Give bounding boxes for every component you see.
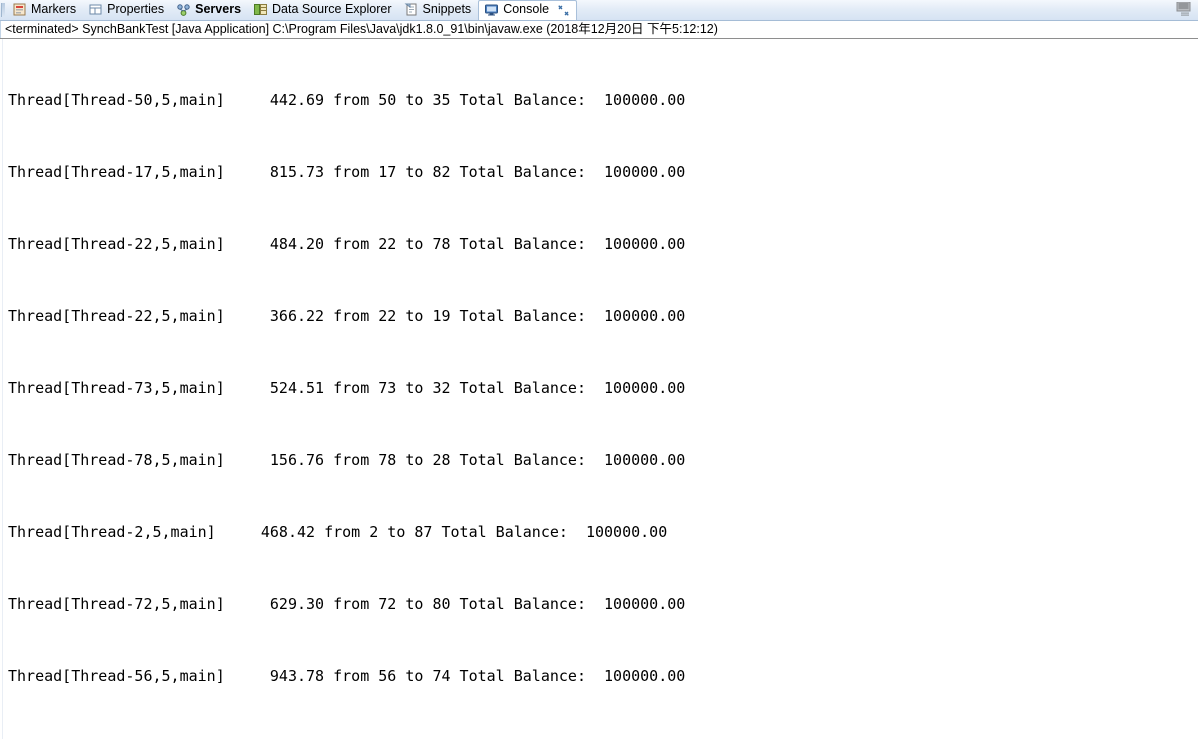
console-line: Thread[Thread-50,5,main] 442.69 from 50 … — [8, 91, 686, 109]
console-line: Thread[Thread-72,5,main] 629.30 from 72 … — [8, 595, 686, 613]
console-line: Thread[Thread-78,5,main] 156.76 from 78 … — [8, 451, 686, 469]
console-icon — [484, 2, 499, 17]
console-line: Thread[Thread-73,5,main] 524.51 from 73 … — [8, 379, 686, 397]
close-icon[interactable] — [558, 5, 569, 16]
view-tab-bar: Markers Properties Servers Data Source E… — [0, 0, 1198, 21]
tab-bar-empty-space — [577, 0, 1176, 20]
tab-snippets[interactable]: Snippets — [399, 0, 479, 20]
tab-markers-label: Markers — [31, 1, 77, 16]
tab-console[interactable]: Console — [478, 0, 578, 20]
tab-console-label: Console — [503, 2, 550, 17]
tab-snippets-label: Snippets — [422, 1, 472, 16]
console-line: Thread[Thread-2,5,main] 468.42 from 2 to… — [8, 523, 668, 541]
tab-properties-label: Properties — [107, 1, 165, 16]
tab-data-source-explorer-label: Data Source Explorer — [272, 1, 392, 16]
tab-servers-label: Servers — [195, 1, 242, 16]
tab-servers[interactable]: Servers — [171, 0, 248, 20]
console-line: Thread[Thread-43,5,main] 465.82 from 43 … — [8, 736, 1198, 739]
tab-markers[interactable]: Markers — [7, 0, 83, 20]
console-line: Thread[Thread-17,5,main] 815.73 from 17 … — [8, 163, 686, 181]
console-line: Thread[Thread-22,5,main] 366.22 from 22 … — [8, 307, 686, 325]
markers-icon — [12, 2, 27, 17]
tab-bar-drag-handle[interactable] — [1, 3, 5, 17]
console-output-area[interactable]: Thread[Thread-50,5,main] 442.69 from 50 … — [0, 39, 1198, 739]
servers-icon — [176, 2, 191, 17]
tab-data-source-explorer[interactable]: Data Source Explorer — [248, 0, 399, 20]
console-line: Thread[Thread-56,5,main] 943.78 from 56 … — [8, 667, 686, 685]
view-menu-icon[interactable] — [1176, 1, 1192, 17]
console-text: Thread[Thread-50,5,main] 442.69 from 50 … — [8, 40, 1198, 739]
snippets-icon — [404, 2, 419, 17]
tab-properties[interactable]: Properties — [83, 0, 171, 20]
console-line: Thread[Thread-22,5,main] 484.20 from 22 … — [8, 235, 686, 253]
data-source-explorer-icon — [253, 2, 268, 17]
console-launch-status: <terminated> SynchBankTest [Java Applica… — [0, 21, 1198, 39]
properties-icon — [88, 2, 103, 17]
